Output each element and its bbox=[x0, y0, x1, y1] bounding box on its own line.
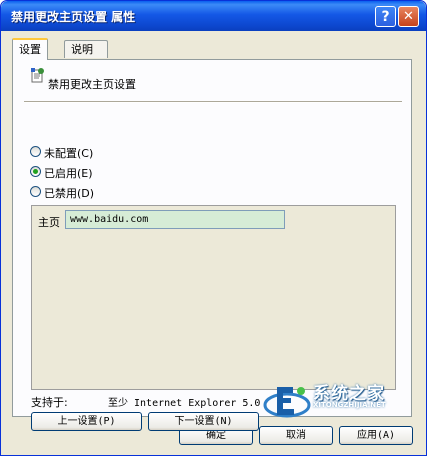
previous-setting-button[interactable]: 上一设置(P) bbox=[31, 412, 142, 431]
options-group: 主页 www.baidu.com bbox=[31, 205, 396, 390]
policy-title: 禁用更改主页设置 bbox=[48, 78, 136, 91]
settings-panel: 禁用更改主页设置 未配置(C) 已启用(E) 已禁用(D) 主页 www.bai… bbox=[12, 59, 412, 431]
radio-label: 未配置(C) bbox=[44, 147, 94, 160]
tab-settings[interactable]: 设置 bbox=[12, 38, 48, 60]
title-bar[interactable]: 禁用更改主页设置 属性 ? ✕ bbox=[1, 1, 426, 31]
apply-button[interactable]: 应用(A) bbox=[339, 426, 413, 445]
properties-dialog: 禁用更改主页设置 属性 ? ✕ 设置 说明 禁用更改主页设置 未配置(C) 已启… bbox=[0, 0, 427, 456]
radio-label: 已启用(E) bbox=[44, 167, 93, 180]
next-setting-button[interactable]: 下一设置(N) bbox=[148, 412, 259, 431]
policy-setting-icon bbox=[31, 68, 44, 83]
tab-explain[interactable]: 说明 bbox=[64, 40, 108, 58]
close-icon[interactable]: ✕ bbox=[398, 6, 419, 27]
help-icon[interactable]: ? bbox=[375, 6, 396, 27]
watermark-logo-icon bbox=[263, 387, 311, 418]
radio-button[interactable] bbox=[30, 166, 41, 177]
radio-label: 已禁用(D) bbox=[44, 187, 95, 200]
supported-value: 至少 Internet Explorer 5.0 bbox=[108, 398, 261, 409]
window-title: 禁用更改主页设置 属性 bbox=[11, 10, 136, 24]
supported-label: 支持于: bbox=[31, 396, 68, 409]
watermark: 系统之家 XITONGZHIJIA.NET bbox=[257, 379, 426, 423]
cancel-button[interactable]: 取消 bbox=[259, 426, 333, 445]
home-label: 主页 bbox=[38, 216, 60, 229]
radio-button[interactable] bbox=[30, 146, 41, 157]
watermark-subtext: XITONGZHIJIA.NET bbox=[313, 401, 386, 409]
radio-button[interactable] bbox=[30, 186, 41, 197]
separator bbox=[24, 101, 402, 103]
homepage-input[interactable]: www.baidu.com bbox=[65, 210, 285, 229]
